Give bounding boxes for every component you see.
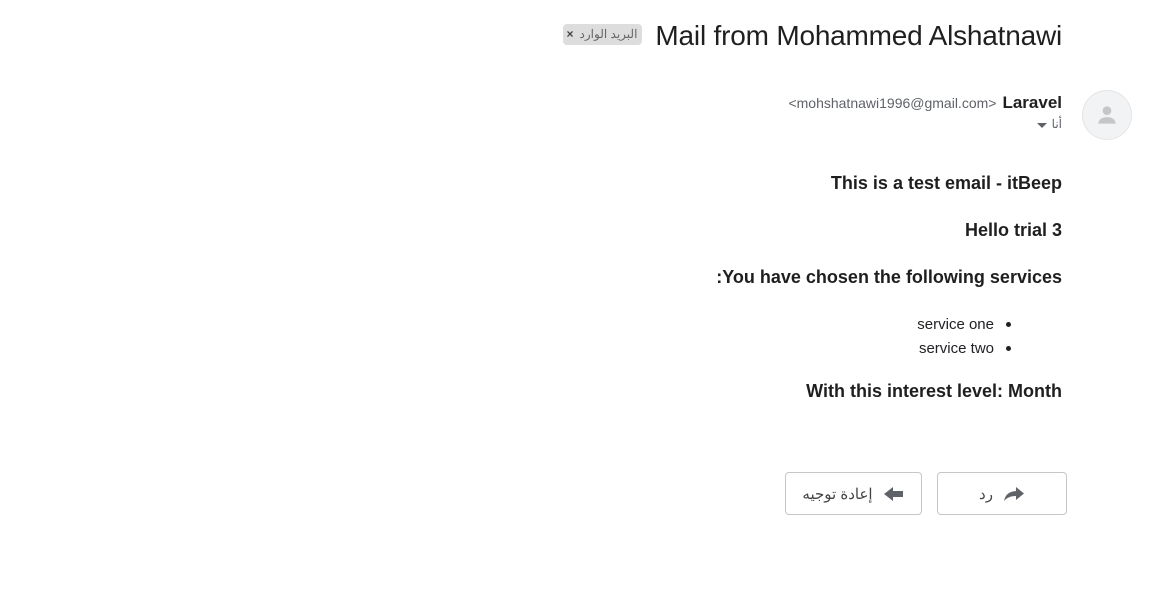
services-list: service one service two xyxy=(917,312,1062,360)
list-item: service one xyxy=(917,312,1062,336)
reply-label: رد xyxy=(979,485,993,503)
email-subject: Mail from Mohammed Alshatnawi xyxy=(655,20,1062,51)
email-heading: This is a test email - itBeep xyxy=(830,173,1062,193)
sender-name[interactable]: Laravel xyxy=(1002,93,1062,113)
forward-arrow-icon xyxy=(883,486,903,501)
bullet-icon xyxy=(1006,345,1011,351)
sender-avatar[interactable] xyxy=(1082,90,1132,140)
list-item: service two xyxy=(917,336,1062,360)
caret-down-icon[interactable] xyxy=(1036,122,1047,128)
person-icon xyxy=(1098,106,1116,124)
bullet-icon xyxy=(1006,321,1011,327)
service-name: service one xyxy=(917,315,994,333)
reply-button[interactable]: رد xyxy=(937,472,1067,515)
interest-level: With this interest level: Month xyxy=(806,381,1062,401)
recipient-details-toggle[interactable]: أنا xyxy=(788,117,1062,131)
recipient-label: أنا xyxy=(1051,117,1062,131)
email-greeting: Hello trial 3 xyxy=(964,220,1062,240)
email-subject-row: × البريد الوارد Mail from Mohammed Alsha… xyxy=(562,20,1062,52)
sender-email: <mohshatnawi1996@gmail.com> xyxy=(788,95,997,111)
inbox-label-chip[interactable]: × البريد الوارد xyxy=(562,23,643,45)
inbox-label-text: البريد الوارد xyxy=(579,27,638,41)
email-view: × البريد الوارد Mail from Mohammed Alsha… xyxy=(0,0,1153,605)
close-icon[interactable]: × xyxy=(567,28,574,40)
reply-arrow-icon xyxy=(1003,486,1024,501)
service-name: service two xyxy=(918,339,994,357)
services-intro: :You have chosen the following services xyxy=(716,267,1062,287)
forward-label: إعادة توجيه xyxy=(802,485,873,503)
forward-button[interactable]: إعادة توجيه xyxy=(785,472,922,515)
sender-info: <mohshatnawi1996@gmail.com> Laravel أنا xyxy=(788,93,1062,131)
